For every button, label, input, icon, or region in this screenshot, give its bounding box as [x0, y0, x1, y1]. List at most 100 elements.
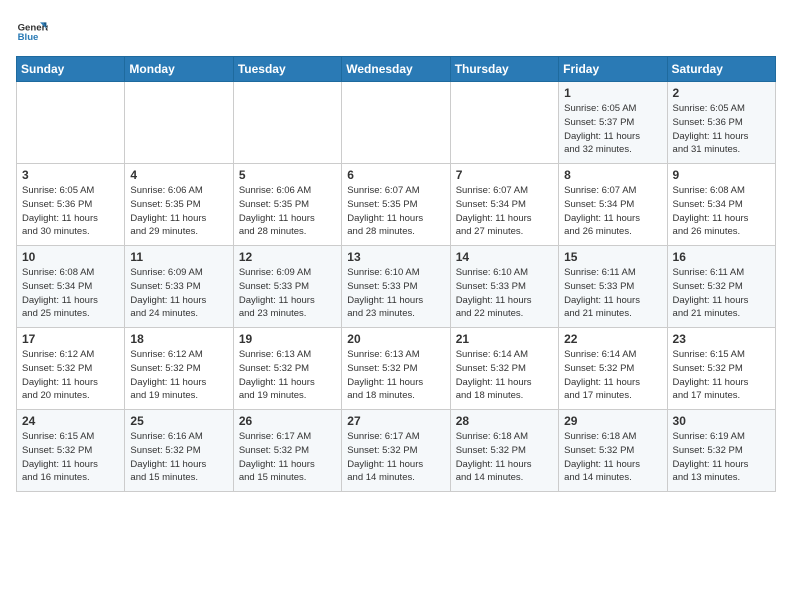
day-info: Sunrise: 6:18 AM Sunset: 5:32 PM Dayligh… [564, 430, 661, 485]
calendar-cell [17, 82, 125, 164]
day-info: Sunrise: 6:17 AM Sunset: 5:32 PM Dayligh… [347, 430, 444, 485]
weekday-header-sunday: Sunday [17, 57, 125, 82]
calendar-cell: 17Sunrise: 6:12 AM Sunset: 5:32 PM Dayli… [17, 328, 125, 410]
calendar-cell: 9 Sunrise: 6:08 AM Sunset: 5:34 PM Daylig… [667, 164, 775, 246]
day-number: 21 [456, 332, 553, 346]
weekday-header-friday: Friday [559, 57, 667, 82]
calendar-cell: 20Sunrise: 6:13 AM Sunset: 5:32 PM Dayli… [342, 328, 450, 410]
calendar-cell: 19 Sunrise: 6:13 AM Sunset: 5:32 PM Dayli… [233, 328, 341, 410]
calendar-cell: 16 Sunrise: 6:11 AM Sunset: 5:32 PM Dayli… [667, 246, 775, 328]
page-header: General Blue [16, 16, 776, 48]
calendar-cell: 5 Sunrise: 6:06 AM Sunset: 5:35 PM Daylig… [233, 164, 341, 246]
day-number: 11 [130, 250, 227, 264]
calendar-cell: 29 Sunrise: 6:18 AM Sunset: 5:32 PM Dayli… [559, 410, 667, 492]
calendar-week-row: 24 Sunrise: 6:15 AM Sunset: 5:32 PM Dayli… [17, 410, 776, 492]
day-info: Sunrise: 6:10 AM Sunset: 5:33 PM Dayligh… [456, 266, 553, 321]
day-number: 29 [564, 414, 661, 428]
day-number: 24 [22, 414, 119, 428]
day-number: 19 [239, 332, 336, 346]
calendar-cell: 26 Sunrise: 6:17 AM Sunset: 5:32 PM Dayli… [233, 410, 341, 492]
day-number: 9 [673, 168, 770, 182]
day-number: 25 [130, 414, 227, 428]
day-info: Sunrise: 6:16 AM Sunset: 5:32 PM Dayligh… [130, 430, 227, 485]
calendar-week-row: 10 Sunrise: 6:08 AM Sunset: 5:34 PM Dayli… [17, 246, 776, 328]
day-number: 5 [239, 168, 336, 182]
calendar-cell [342, 82, 450, 164]
calendar-cell: 23 Sunrise: 6:15 AM Sunset: 5:32 PM Dayli… [667, 328, 775, 410]
day-number: 17 [22, 332, 119, 346]
day-number: 6 [347, 168, 444, 182]
day-number: 20 [347, 332, 444, 346]
day-info: Sunrise: 6:15 AM Sunset: 5:32 PM Dayligh… [22, 430, 119, 485]
day-info: Sunrise: 6:07 AM Sunset: 5:34 PM Dayligh… [456, 184, 553, 239]
day-info: Sunrise: 6:19 AM Sunset: 5:32 PM Dayligh… [673, 430, 770, 485]
day-number: 28 [456, 414, 553, 428]
day-info: Sunrise: 6:05 AM Sunset: 5:36 PM Dayligh… [22, 184, 119, 239]
weekday-header-thursday: Thursday [450, 57, 558, 82]
day-number: 12 [239, 250, 336, 264]
calendar-cell: 21 Sunrise: 6:14 AM Sunset: 5:32 PM Dayli… [450, 328, 558, 410]
day-info: Sunrise: 6:12 AM Sunset: 5:32 PM Dayligh… [130, 348, 227, 403]
day-info: Sunrise: 6:17 AM Sunset: 5:32 PM Dayligh… [239, 430, 336, 485]
day-number: 22 [564, 332, 661, 346]
day-number: 2 [673, 86, 770, 100]
day-info: Sunrise: 6:14 AM Sunset: 5:32 PM Dayligh… [456, 348, 553, 403]
weekday-header-monday: Monday [125, 57, 233, 82]
day-number: 4 [130, 168, 227, 182]
day-info: Sunrise: 6:09 AM Sunset: 5:33 PM Dayligh… [130, 266, 227, 321]
calendar-cell: 15 Sunrise: 6:11 AM Sunset: 5:33 PM Dayli… [559, 246, 667, 328]
weekday-header-saturday: Saturday [667, 57, 775, 82]
day-info: Sunrise: 6:08 AM Sunset: 5:34 PM Dayligh… [673, 184, 770, 239]
svg-text:Blue: Blue [18, 32, 39, 43]
day-info: Sunrise: 6:18 AM Sunset: 5:32 PM Dayligh… [456, 430, 553, 485]
day-info: Sunrise: 6:14 AM Sunset: 5:32 PM Dayligh… [564, 348, 661, 403]
day-info: Sunrise: 6:13 AM Sunset: 5:32 PM Dayligh… [239, 348, 336, 403]
calendar-week-row: 3 Sunrise: 6:05 AM Sunset: 5:36 PM Daylig… [17, 164, 776, 246]
day-number: 18 [130, 332, 227, 346]
calendar-cell: 12 Sunrise: 6:09 AM Sunset: 5:33 PM Dayli… [233, 246, 341, 328]
calendar-week-row: 1 Sunrise: 6:05 AM Sunset: 5:37 PM Daylig… [17, 82, 776, 164]
day-number: 30 [673, 414, 770, 428]
calendar-cell: 11 Sunrise: 6:09 AM Sunset: 5:33 PM Dayli… [125, 246, 233, 328]
calendar-cell: 30 Sunrise: 6:19 AM Sunset: 5:32 PM Dayli… [667, 410, 775, 492]
calendar-cell: 4Sunrise: 6:06 AM Sunset: 5:35 PM Daylig… [125, 164, 233, 246]
day-info: Sunrise: 6:11 AM Sunset: 5:32 PM Dayligh… [673, 266, 770, 321]
calendar-cell: 6 Sunrise: 6:07 AM Sunset: 5:35 PM Daylig… [342, 164, 450, 246]
calendar-cell: 14 Sunrise: 6:10 AM Sunset: 5:33 PM Dayli… [450, 246, 558, 328]
day-number: 16 [673, 250, 770, 264]
day-info: Sunrise: 6:05 AM Sunset: 5:37 PM Dayligh… [564, 102, 661, 157]
day-info: Sunrise: 6:05 AM Sunset: 5:36 PM Dayligh… [673, 102, 770, 157]
calendar-cell: 3 Sunrise: 6:05 AM Sunset: 5:36 PM Daylig… [17, 164, 125, 246]
calendar-cell: 2 Sunrise: 6:05 AM Sunset: 5:36 PM Daylig… [667, 82, 775, 164]
calendar-cell: 1 Sunrise: 6:05 AM Sunset: 5:37 PM Daylig… [559, 82, 667, 164]
weekday-header-row: SundayMondayTuesdayWednesdayThursdayFrid… [17, 57, 776, 82]
day-number: 14 [456, 250, 553, 264]
day-info: Sunrise: 6:07 AM Sunset: 5:35 PM Dayligh… [347, 184, 444, 239]
calendar-cell: 8Sunrise: 6:07 AM Sunset: 5:34 PM Daylig… [559, 164, 667, 246]
calendar-body: 1 Sunrise: 6:05 AM Sunset: 5:37 PM Daylig… [17, 82, 776, 492]
day-info: Sunrise: 6:11 AM Sunset: 5:33 PM Dayligh… [564, 266, 661, 321]
calendar-cell [450, 82, 558, 164]
logo-icon: General Blue [16, 16, 48, 48]
day-number: 15 [564, 250, 661, 264]
day-info: Sunrise: 6:09 AM Sunset: 5:33 PM Dayligh… [239, 266, 336, 321]
day-number: 13 [347, 250, 444, 264]
day-number: 23 [673, 332, 770, 346]
day-info: Sunrise: 6:07 AM Sunset: 5:34 PM Dayligh… [564, 184, 661, 239]
calendar-cell [233, 82, 341, 164]
day-info: Sunrise: 6:10 AM Sunset: 5:33 PM Dayligh… [347, 266, 444, 321]
day-info: Sunrise: 6:15 AM Sunset: 5:32 PM Dayligh… [673, 348, 770, 403]
day-number: 10 [22, 250, 119, 264]
calendar-cell: 10 Sunrise: 6:08 AM Sunset: 5:34 PM Dayli… [17, 246, 125, 328]
day-info: Sunrise: 6:08 AM Sunset: 5:34 PM Dayligh… [22, 266, 119, 321]
day-number: 1 [564, 86, 661, 100]
day-info: Sunrise: 6:06 AM Sunset: 5:35 PM Dayligh… [239, 184, 336, 239]
calendar-cell: 27 Sunrise: 6:17 AM Sunset: 5:32 PM Dayli… [342, 410, 450, 492]
day-number: 3 [22, 168, 119, 182]
calendar-week-row: 17 Sunrise: 6:12 AM Sunset: 5:32 PM Dayli… [17, 328, 776, 410]
logo: General Blue [16, 16, 48, 48]
calendar-cell: 24 Sunrise: 6:15 AM Sunset: 5:32 PM Dayli… [17, 410, 125, 492]
calendar-cell: 28 Sunrise: 6:18 AM Sunset: 5:32 PM Dayli… [450, 410, 558, 492]
day-number: 26 [239, 414, 336, 428]
day-number: 27 [347, 414, 444, 428]
